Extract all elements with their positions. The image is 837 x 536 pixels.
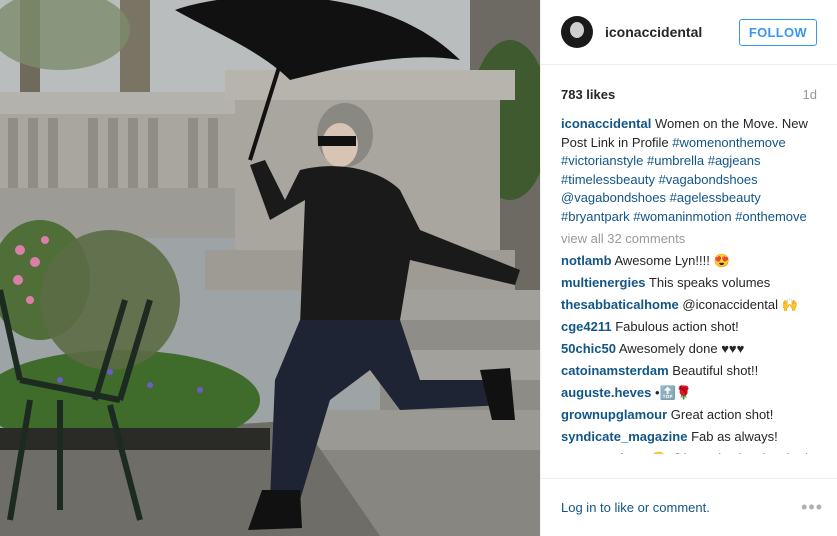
hashtag-link[interactable]: #bryantpark [561,209,630,224]
hashtag-link[interactable]: @vagabondshoes [561,190,666,205]
hashtag-link[interactable]: #agjeans [708,153,761,168]
comment-item: 50chic50 Awesomely done ♥♥♥ [561,340,817,359]
hashtag-link[interactable]: #timelessbeauty [561,172,655,187]
comment-items: notlamb Awesome Lyn!!!! 😍 multienergies T… [561,252,817,455]
comment-text: Fab as always! [687,428,778,444]
login-to-comment-link[interactable]: Log in to like or comment. [561,500,710,515]
username-link[interactable]: iconaccidental [605,24,739,40]
hashtag-link[interactable]: #victorianstyle [561,153,643,168]
comment-item: notlamb Awesome Lyn!!!! 😍 [561,252,817,271]
hashtag-link[interactable]: #vagabondshoes [659,172,758,187]
hashtag-link[interactable]: #umbrella [647,153,704,168]
comment-username[interactable]: multienergies [561,275,646,290]
comment-item: multienergies This speaks volumes [561,274,817,293]
comment-text: Great action shot! [667,406,774,422]
comment-text: •🔝🌹 [651,384,692,400]
comment-item: mayamayhem 😍 @lux_mize just lunched ther… [561,450,817,455]
comment-text: Fabulous action shot! [611,318,739,334]
post-header: iconaccidental FOLLOW [541,0,837,65]
post-age[interactable]: 1d [803,87,817,102]
likes-count[interactable]: 783 likes [561,87,615,102]
post-stats: 783 likes 1d [541,65,837,102]
comment-text: @iconaccidental 🙌 [678,296,798,312]
comment-username[interactable]: grownupglamour [561,407,667,422]
follow-button[interactable]: FOLLOW [738,18,817,46]
hashtag-link[interactable]: #womenonthemove [672,135,785,150]
comment-item: thesabbaticalhome @iconaccidental 🙌 [561,296,817,315]
comment-username[interactable]: 50chic50 [561,341,616,356]
comment-text: This speaks volumes [645,274,771,290]
comment-text: Awesome Lyn!!!! 😍 [611,252,730,268]
caption-username[interactable]: iconaccidental [561,116,651,131]
post-sidebar: iconaccidental FOLLOW 783 likes 1d icona… [540,0,837,536]
comment-item: cge4211 Fabulous action shot! [561,318,817,337]
comment-username[interactable]: notlamb [561,253,612,268]
comment-text: Beautiful shot!! [668,362,759,378]
hashtag-link[interactable]: #agelessbeauty [670,190,761,205]
comment-item: syndicate_magazine Fab as always! [561,428,817,447]
comment-username[interactable]: auguste.heves [561,385,651,400]
caption: iconaccidental Women on the Move. New Po… [561,115,817,226]
post-photo[interactable] [0,0,540,536]
view-all-comments-link[interactable]: view all 32 comments [561,230,817,249]
comment-item: grownupglamour Great action shot! [561,406,817,425]
comment-item: catoinamsterdam Beautiful shot!! [561,362,817,381]
comments-list: iconaccidental Women on the Move. New Po… [541,102,837,454]
avatar[interactable] [561,16,593,48]
photo-illustration [0,0,540,536]
comment-username[interactable]: mayamayhem [561,451,647,455]
comment-item: auguste.heves •🔝🌹 [561,384,817,403]
comment-username[interactable]: thesabbaticalhome [561,297,679,312]
instagram-post: iconaccidental FOLLOW 783 likes 1d icona… [0,0,837,536]
more-options-icon[interactable]: ••• [801,497,823,518]
comment-username[interactable]: catoinamsterdam [561,363,669,378]
comment-username[interactable]: cge4211 [561,319,612,334]
comment-text: Awesomely done ♥♥♥ [615,340,745,356]
post-footer: Log in to like or comment. ••• [541,478,837,536]
comment-username[interactable]: syndicate_magazine [561,429,687,444]
hashtag-link[interactable]: #onthemove [735,209,807,224]
hashtag-link[interactable]: #womaninmotion [633,209,731,224]
